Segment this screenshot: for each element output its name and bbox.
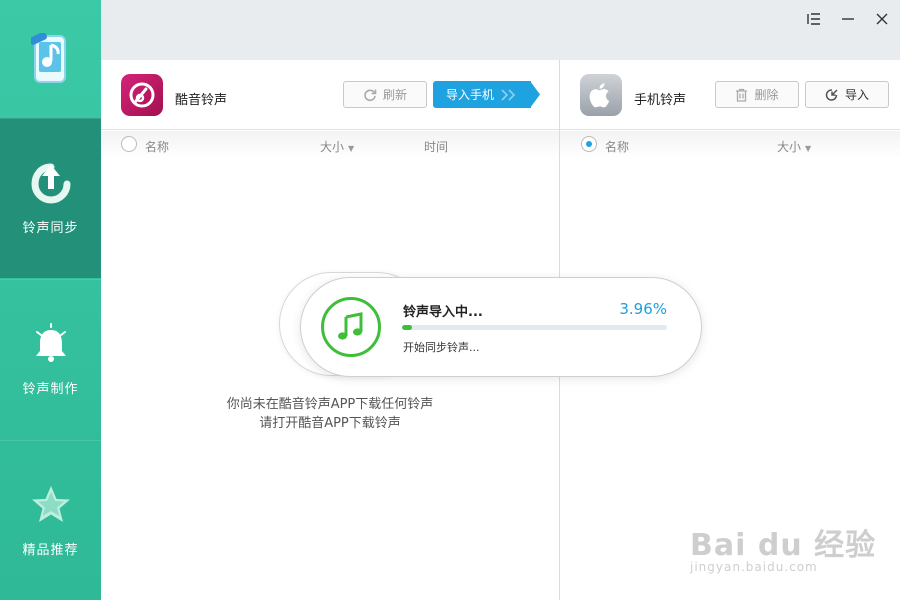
caret-down-icon: ▼: [805, 144, 812, 153]
minimize-icon[interactable]: [837, 8, 859, 30]
progress-percent: 3.96%: [619, 300, 667, 318]
column-size[interactable]: 大小 ▼: [777, 138, 811, 155]
progress-bar-fill: [402, 325, 413, 330]
sidebar: 铃声同步 铃声制作 精品推荐: [0, 0, 101, 600]
kuyin-app-icon: [121, 74, 163, 116]
menu-icon[interactable]: [803, 8, 825, 30]
column-size[interactable]: 大小 ▼: [320, 138, 354, 155]
star-icon: [29, 483, 73, 527]
empty-message-line2: 请打开酷音APP下载铃声: [259, 416, 401, 431]
close-icon[interactable]: [871, 8, 893, 30]
dialog-status: 开始同步铃声...: [403, 341, 480, 354]
import-icon: [825, 88, 838, 101]
caret-down-icon: ▼: [348, 144, 355, 153]
column-time[interactable]: 时间: [424, 138, 448, 155]
sync-upload-icon: [29, 161, 73, 205]
apple-icon: [580, 74, 622, 116]
refresh-icon: [364, 88, 377, 101]
import-to-phone-button[interactable]: 导入手机: [433, 81, 531, 108]
double-chevron-right-icon: [501, 88, 516, 101]
bell-icon: [29, 322, 73, 366]
kuyin-panel-header: 酷音铃声 刷新 导入手机: [101, 60, 559, 130]
left-column-header: 名称 大小 ▼ 时间: [101, 131, 559, 159]
music-note-icon: [321, 297, 381, 357]
sidebar-item-label: 铃声制作: [22, 382, 79, 397]
import-progress-dialog: 铃声导入中... 3.96% 开始同步铃声...: [300, 277, 702, 377]
trash-icon: [736, 88, 748, 102]
watermark-sub: jingyan.baidu.com: [690, 560, 818, 574]
sidebar-item-label: 铃声同步: [22, 221, 79, 236]
baidu-watermark: Bai du 经验 jingyan.baidu.com: [690, 500, 890, 590]
sidebar-item-ringtone-sync[interactable]: 铃声同步: [0, 118, 101, 278]
title-bar: [101, 0, 900, 60]
import-button[interactable]: 导入: [805, 81, 889, 108]
phone-panel-header: 手机铃声 删除 导入: [560, 60, 900, 130]
dialog-title: 铃声导入中...: [403, 305, 483, 320]
progress-bar: [402, 325, 667, 330]
column-name[interactable]: 名称: [605, 138, 629, 155]
select-all-radio[interactable]: [581, 136, 597, 152]
right-column-header: 名称 大小 ▼: [560, 131, 900, 159]
app-logo: [0, 0, 101, 118]
delete-button[interactable]: 删除: [715, 81, 799, 108]
panel-title: 酷音铃声: [175, 93, 228, 108]
sidebar-item-recommend[interactable]: 精品推荐: [0, 440, 101, 600]
button-arrow-tip: [530, 81, 540, 108]
phone-music-logo-icon: [30, 33, 66, 83]
refresh-button[interactable]: 刷新: [343, 81, 427, 108]
select-all-radio[interactable]: [121, 136, 137, 152]
sidebar-item-ringtone-make[interactable]: 铃声制作: [0, 279, 101, 439]
empty-message-line1: 你尚未在酷音铃声APP下载任何铃声: [226, 397, 434, 412]
sidebar-item-label: 精品推荐: [22, 543, 79, 558]
column-name[interactable]: 名称: [145, 138, 169, 155]
panel-title: 手机铃声: [634, 93, 687, 108]
watermark-main: Bai du 经验: [690, 528, 877, 563]
